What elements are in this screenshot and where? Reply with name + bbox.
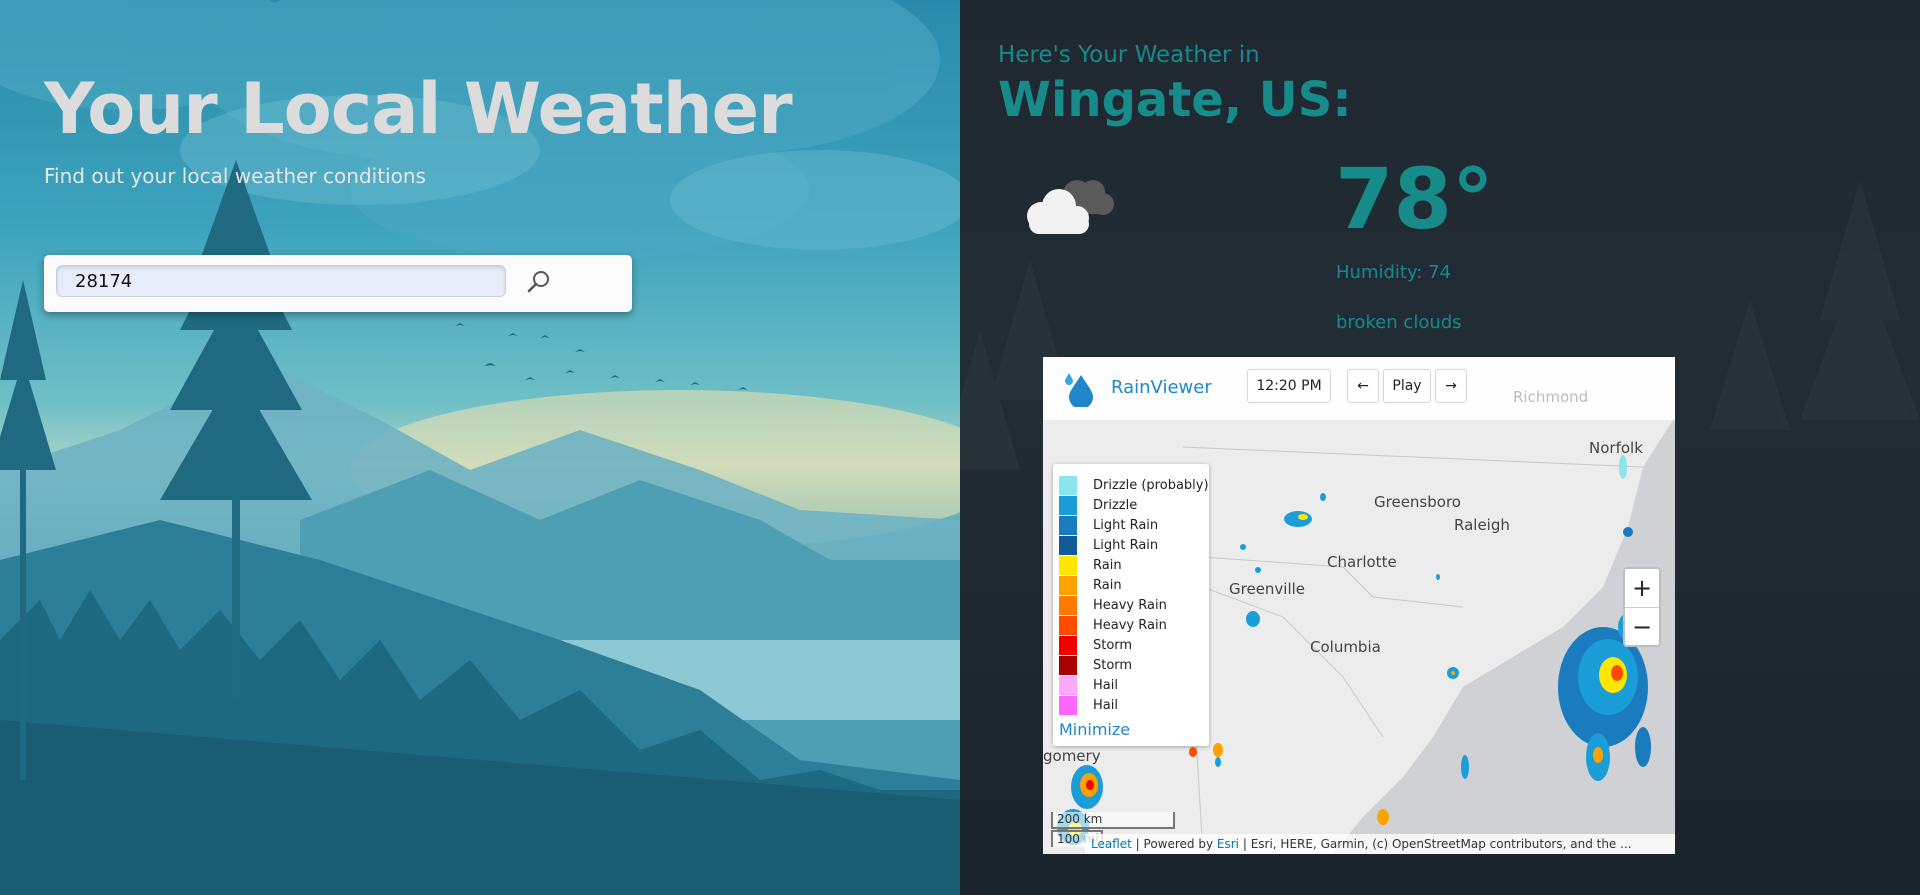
weather-intro: Here's Your Weather in [998,42,1260,68]
legend-label: Hail [1093,698,1118,713]
legend-label: Light Rain [1093,538,1159,553]
city-label-norfolk: Norfolk [1589,439,1643,457]
legend-label: Storm [1093,638,1133,653]
legend-swatch [1059,676,1077,695]
legend-swatch [1059,516,1077,535]
zoom-in-button[interactable]: + [1625,569,1659,608]
hero-panel: Your Local Weather Find out your local w… [0,0,960,895]
attribution-text: | Esri, HERE, Garmin, (c) OpenStreetMap … [1239,837,1632,851]
legend-label: Drizzle (probably) [1093,478,1209,493]
broken-clouds-icon [1027,180,1114,234]
previous-frame-button[interactable]: ← [1347,369,1379,403]
search-form [44,255,632,312]
radar-time-button[interactable]: 12:20 PM [1247,369,1331,403]
legend-item: Light Rain [1059,516,1158,535]
legend-swatch [1059,536,1077,555]
page-title: Your Local Weather [44,68,793,150]
legend-item: Drizzle [1059,496,1137,515]
city-label-greenville: Greenville [1229,580,1306,598]
raindrop-logo-icon [1065,373,1093,407]
leaflet-link[interactable]: Leaflet [1091,837,1132,851]
legend-item: Heavy Rain [1059,596,1167,615]
search-icon [527,271,549,293]
legend-item: Heavy Rain [1059,616,1167,635]
city-label-charlotte: Charlotte [1327,553,1397,571]
temperature-value: 78° [1335,150,1494,248]
legend-swatch [1059,616,1077,635]
legend-swatch [1059,496,1077,515]
radar-toolbar: RainViewer Richmond 12:20 PM ← Play → [1043,357,1675,420]
legend-label: Hail [1093,678,1118,693]
legend-item: Storm [1059,656,1132,675]
powered-by-text: | Powered by [1131,837,1217,851]
legend-item: Rain [1059,556,1122,575]
humidity-text: Humidity: 74 [1336,262,1451,283]
legend-label: Storm [1093,658,1133,673]
legend-item: Hail [1059,676,1118,695]
weather-panel: Here's Your Weather in Wingate, US: 78° … [960,0,1920,895]
next-frame-button[interactable]: → [1435,369,1467,403]
legend-label: Heavy Rain [1093,598,1167,613]
esri-link[interactable]: Esri [1217,837,1239,851]
legend-swatch [1059,596,1077,615]
city-label-columbia: Columbia [1310,638,1381,656]
legend-swatch [1059,696,1077,715]
play-button[interactable]: Play [1383,369,1431,403]
legend-item: Drizzle (probably) [1059,476,1209,495]
legend-swatch [1059,476,1077,495]
map-attribution: Leaflet | Powered by Esri | Esri, HERE, … [1085,834,1675,854]
legend-item: Rain [1059,576,1122,595]
legend-swatch [1059,556,1077,575]
legend-label: Drizzle [1093,498,1138,513]
radar-map[interactable]: Norfolk Greensboro Raleigh Charlotte Gre… [1043,357,1675,854]
search-button[interactable] [524,267,554,297]
legend-item: Light Rain [1059,536,1158,555]
location-title: Wingate, US: [998,72,1352,128]
legend-swatch [1059,636,1077,655]
page-subtitle: Find out your local weather conditions [44,164,426,188]
legend-item: Storm [1059,636,1132,655]
zip-search-input[interactable] [56,265,506,297]
legend-label: Light Rain [1093,518,1159,533]
legend-minimize-link[interactable]: Minimize [1059,720,1130,739]
zoom-control: + − [1623,567,1661,647]
city-label-raleigh: Raleigh [1454,516,1510,534]
scale-bar-km: 200 km [1051,812,1175,829]
precipitation-legend: Drizzle (probably) Drizzle Light Rain Light… [1053,464,1209,746]
legend-label: Rain [1093,578,1122,593]
city-label-richmond: Richmond [1513,388,1589,406]
legend-swatch [1059,576,1077,595]
city-label-greensboro: Greensboro [1374,493,1461,511]
legend-swatch [1059,656,1077,675]
rainviewer-brand: RainViewer [1111,377,1212,398]
legend-label: Rain [1093,558,1122,573]
legend-label: Heavy Rain [1093,618,1167,633]
zoom-out-button[interactable]: − [1625,608,1659,646]
city-label-montgomery: gomery [1043,747,1101,765]
legend-item: Hail [1059,696,1118,715]
weather-description: broken clouds [1336,312,1462,333]
